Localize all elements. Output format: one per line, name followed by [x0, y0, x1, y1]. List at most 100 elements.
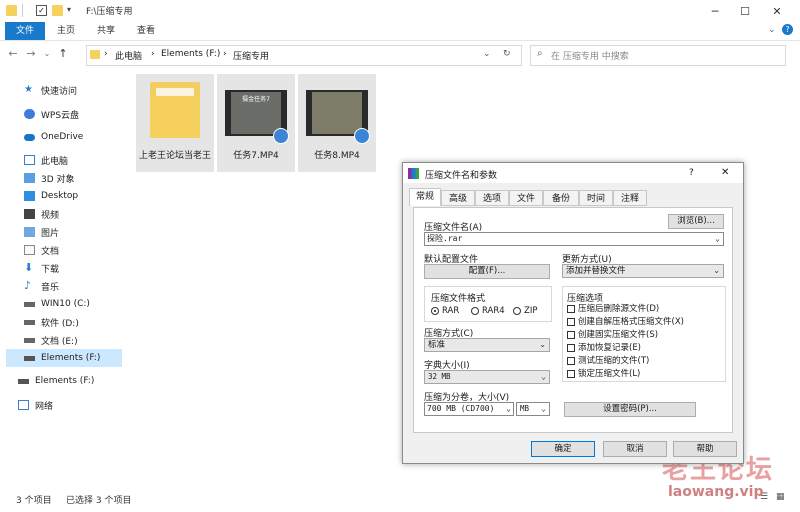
back-icon[interactable]: ←: [6, 47, 20, 61]
dictionary-select[interactable]: 32 MB ⌄: [424, 370, 550, 384]
chevron-down-icon[interactable]: ⌄: [715, 233, 720, 245]
onedrive-icon: [24, 133, 35, 141]
sidebar-item-quick-access[interactable]: ★ 快速访问: [6, 82, 122, 98]
window-title: F:\压缩专用: [86, 7, 133, 17]
option-delete-after[interactable]: 压缩后删除源文件(D): [567, 303, 659, 316]
file-item-video-8[interactable]: 任务8.MP4: [298, 74, 376, 172]
option-test[interactable]: 测试压缩的文件(T): [567, 355, 649, 368]
dialog-close-icon[interactable]: ✕: [721, 167, 729, 178]
set-password-button[interactable]: 设置密码(P)...: [564, 402, 696, 417]
sidebar-item-c[interactable]: WIN10 (C:): [6, 296, 122, 312]
format-rar4-radio[interactable]: RAR4: [471, 305, 505, 318]
tab-time[interactable]: 时间: [579, 190, 613, 206]
properties-icon[interactable]: ✓: [36, 5, 47, 16]
tab-home[interactable]: 主页: [50, 22, 82, 40]
search-icon: ⌕: [537, 48, 543, 59]
forward-icon[interactable]: →: [24, 47, 38, 61]
help-button[interactable]: 帮助: [673, 441, 737, 457]
sidebar-item-3d[interactable]: 3D 对象: [6, 170, 122, 186]
format-zip-radio[interactable]: ZIP: [513, 305, 537, 318]
address-bar[interactable]: › 此电脑 › Elements (F:) › 压缩专用 ⌄ ↻: [86, 45, 522, 66]
drive-icon: [24, 301, 35, 307]
sidebar-item-e[interactable]: 文档 (E:): [6, 332, 122, 348]
option-sfx[interactable]: 创建自解压格式压缩文件(X): [567, 316, 684, 329]
navigation-pane: ★ 快速访问 WPS云盘 OneDrive 此电脑 3D 对象 Desktop 视…: [0, 70, 124, 490]
tab-file[interactable]: 文件: [5, 22, 45, 40]
recent-dropdown-icon[interactable]: ⌄: [40, 47, 54, 61]
address-row: ← → ⌄ ↑ › 此电脑 › Elements (F:) › 压缩专用 ⌄ ↻…: [0, 41, 800, 69]
maximize-icon[interactable]: ☐: [730, 0, 760, 22]
search-placeholder: 在 压缩专用 中搜索: [551, 52, 629, 62]
up-icon[interactable]: ↑: [56, 47, 70, 61]
star-icon: ★: [24, 84, 33, 95]
sidebar-item-video[interactable]: 视频: [6, 206, 122, 222]
file-item-video-7[interactable]: 摄金任务7 任务7.MP4: [217, 74, 295, 172]
ok-button[interactable]: 确定: [531, 441, 595, 457]
chevron-down-icon: ⌄: [541, 404, 546, 413]
winrar-icon: [408, 168, 419, 179]
option-recovery[interactable]: 添加恢复记录(E): [567, 342, 641, 355]
radio-icon: [471, 306, 479, 315]
breadcrumb-this-pc[interactable]: 此电脑: [115, 49, 142, 62]
chevron-down-icon[interactable]: ⌄: [506, 403, 511, 415]
tab-share[interactable]: 共享: [90, 22, 122, 40]
sidebar-item-onedrive[interactable]: OneDrive: [6, 129, 122, 145]
browse-button[interactable]: 浏览(B)...: [668, 214, 724, 229]
desktop-icon: [24, 191, 35, 201]
title-bar: ✓ ▾ F:\压缩专用 ─ ☐ ✕: [0, 0, 800, 22]
close-icon[interactable]: ✕: [762, 0, 792, 22]
sidebar-item-this-pc[interactable]: 此电脑: [6, 152, 122, 168]
chevron-down-icon: ⌄: [539, 340, 546, 349]
dialog-help-icon[interactable]: ?: [689, 168, 694, 178]
option-lock[interactable]: 锁定压缩文件(L): [567, 368, 640, 381]
split-unit-select[interactable]: MB ⌄: [516, 402, 550, 416]
drive-icon: [24, 319, 35, 325]
general-panel: 压缩文件名(A) 浏览(B)... 探险.rar ⌄ 默认配置文件 配置(F).…: [413, 207, 733, 433]
tab-view[interactable]: 查看: [130, 22, 162, 40]
search-input[interactable]: ⌕ 在 压缩专用 中搜索: [530, 45, 786, 66]
breadcrumb-elements[interactable]: Elements (F:): [161, 49, 220, 59]
tab-backup[interactable]: 备份: [543, 190, 579, 206]
tab-comment[interactable]: 注释: [613, 190, 647, 206]
profile-button[interactable]: 配置(F)...: [424, 264, 550, 279]
sidebar-item-d[interactable]: 软件 (D:): [6, 314, 122, 330]
sidebar-item-network[interactable]: 网络: [6, 397, 122, 413]
update-mode-select[interactable]: 添加并替换文件 ⌄: [562, 264, 724, 278]
ribbon: 文件 主页 共享 查看 ⌄ ?: [0, 22, 800, 41]
sidebar-item-music[interactable]: ♪ 音乐: [6, 278, 122, 294]
archive-name-input[interactable]: 探险.rar ⌄: [424, 232, 724, 246]
sidebar-item-downloads[interactable]: ⬇ 下载: [6, 260, 122, 276]
option-solid[interactable]: 创建固实压缩文件(S): [567, 329, 658, 342]
file-item-folder[interactable]: 上老王论坛当老王: [136, 74, 214, 172]
tab-general[interactable]: 常规: [409, 188, 441, 206]
refresh-icon[interactable]: ↻: [503, 49, 511, 59]
sidebar-item-wps[interactable]: WPS云盘: [6, 106, 122, 122]
sidebar-item-f-external[interactable]: Elements (F:): [6, 373, 122, 389]
tab-advanced[interactable]: 高级: [441, 190, 475, 206]
large-icons-view-icon[interactable]: ▦: [776, 492, 785, 502]
split-size-input[interactable]: 700 MB (CD700) ⌄: [424, 402, 514, 416]
cancel-button[interactable]: 取消: [603, 441, 667, 457]
breadcrumb-folder[interactable]: 压缩专用: [233, 49, 269, 62]
address-dropdown-icon[interactable]: ⌄: [483, 49, 491, 59]
method-select[interactable]: 标准 ⌄: [424, 338, 550, 352]
format-group: 压缩文件格式 RAR RAR4 ZIP: [424, 286, 552, 322]
sidebar-item-f[interactable]: Elements (F:): [6, 349, 122, 367]
format-rar-radio[interactable]: RAR: [431, 305, 459, 318]
minimize-icon[interactable]: ─: [700, 0, 730, 22]
quick-access-dropdown-icon[interactable]: ▾: [67, 5, 71, 14]
checkbox-icon: [567, 356, 575, 365]
chevron-down-icon: ⌄: [713, 266, 720, 275]
help-icon[interactable]: ?: [782, 24, 793, 35]
drive-icon: [24, 337, 35, 343]
tab-files[interactable]: 文件: [509, 190, 543, 206]
chevron-down-icon: ⌄: [541, 372, 546, 381]
sidebar-item-pictures[interactable]: 图片: [6, 224, 122, 240]
new-folder-icon[interactable]: [52, 5, 63, 16]
file-name: 任务7.MP4: [233, 151, 279, 161]
tab-options[interactable]: 选项: [475, 190, 509, 206]
sidebar-item-desktop[interactable]: Desktop: [6, 188, 122, 204]
sidebar-item-documents[interactable]: 文档: [6, 242, 122, 258]
ribbon-expand-icon[interactable]: ⌄: [768, 25, 776, 35]
folder-icon: [150, 82, 200, 138]
